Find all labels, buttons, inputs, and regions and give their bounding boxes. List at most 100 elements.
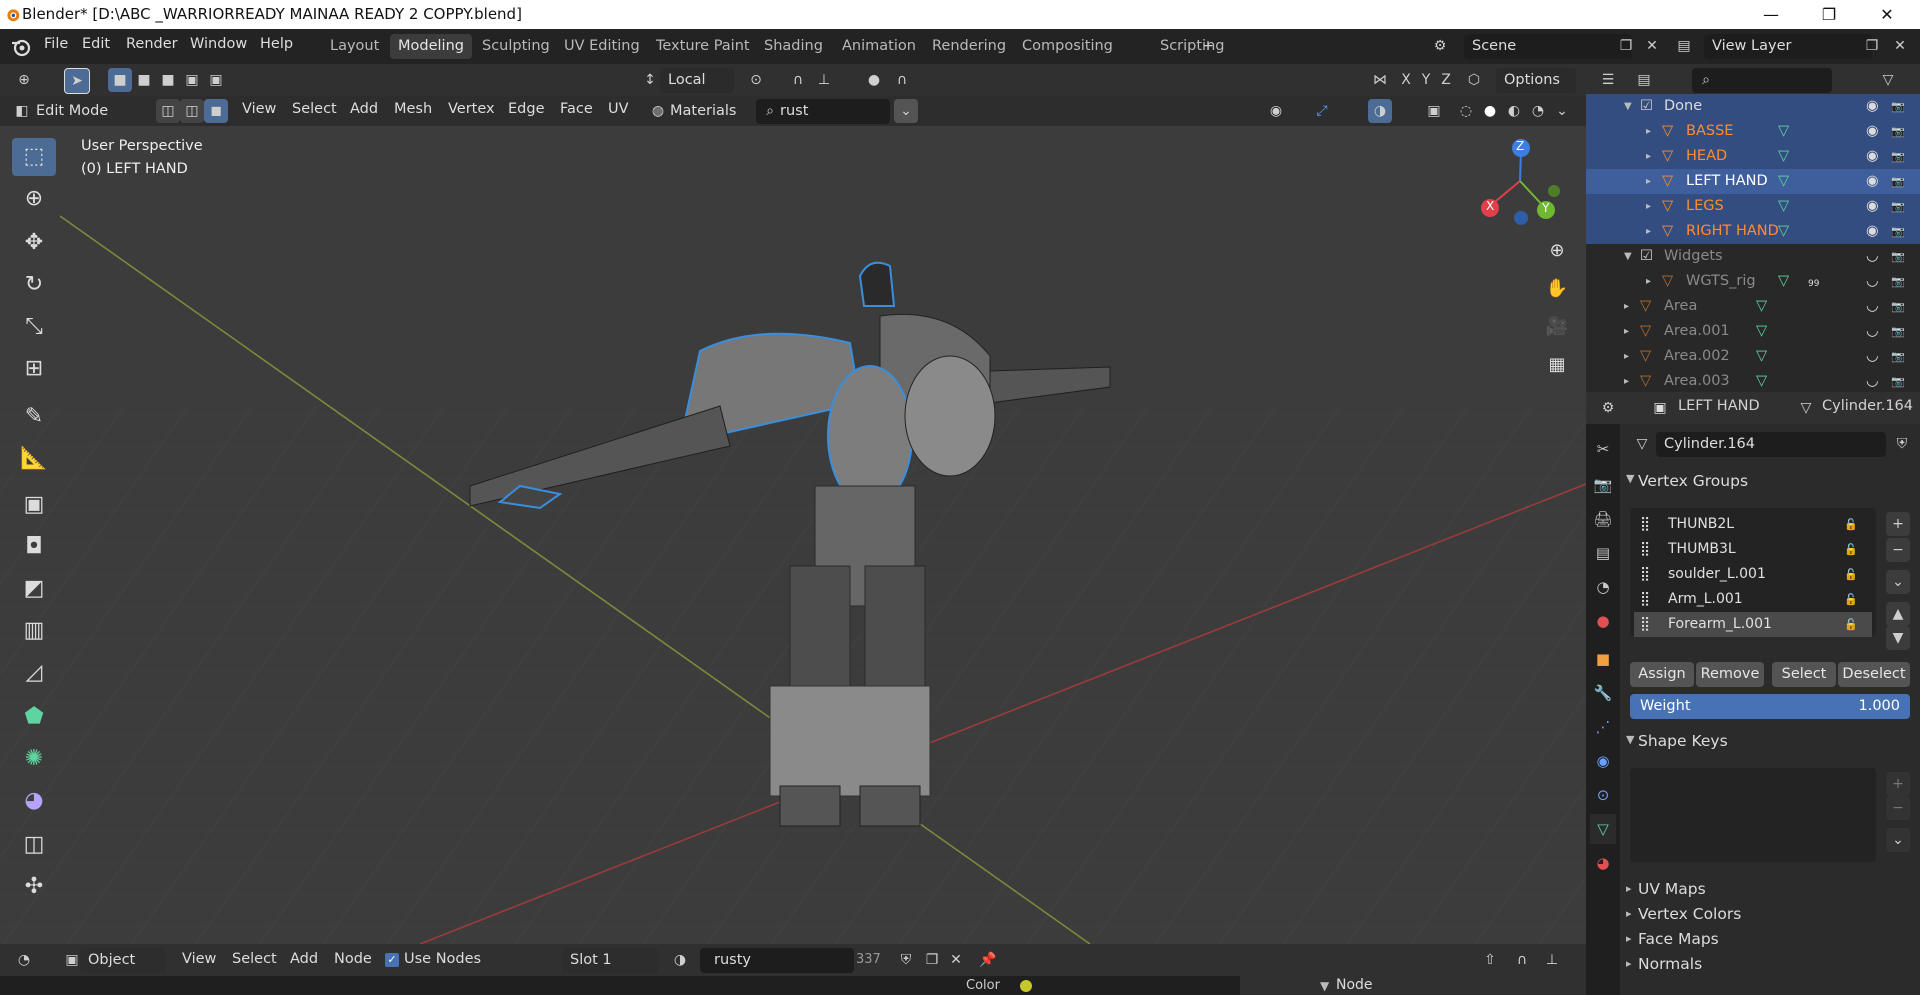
expand-arrow-icon[interactable]: ▼ <box>1624 94 1632 119</box>
expand-panel-icon[interactable]: ▸ <box>1626 907 1632 920</box>
tool-loop-cut[interactable]: ▥ <box>12 612 56 650</box>
vertex-group-row[interactable]: ⣿ soulder_L.001 🔓 <box>1634 562 1872 587</box>
deselect-button[interactable]: Deselect <box>1838 662 1910 687</box>
material-users-count[interactable]: 337 <box>856 952 881 967</box>
vertex-group-name[interactable]: Arm_L.001 <box>1668 587 1743 612</box>
menu-select[interactable]: Select <box>292 101 337 117</box>
tool-smooth[interactable]: ◕ <box>12 782 56 820</box>
material-name-field[interactable]: rusty <box>700 948 854 973</box>
vertex-group-name[interactable]: Forearm_L.001 <box>1668 612 1772 637</box>
fake-user-icon[interactable]: ⛨ <box>1890 432 1914 456</box>
mirror-icon[interactable]: ⋈ <box>1368 68 1392 92</box>
expand-arrow-icon[interactable]: ▼ <box>1624 244 1632 269</box>
select-button[interactable]: Select <box>1772 662 1836 687</box>
remove-vertex-group-icon[interactable]: − <box>1886 538 1910 562</box>
new-scene-icon[interactable]: ❐ <box>1614 34 1638 58</box>
expand-arrow-icon[interactable]: ▸ <box>1646 269 1651 294</box>
mesh-data-icon[interactable]: ▽ <box>1778 144 1789 169</box>
render-camera-icon[interactable]: 📷 <box>1891 194 1905 219</box>
shader-menu-node[interactable]: Node <box>334 951 372 967</box>
3d-viewport[interactable]: User Perspective (0) LEFT HAND ⬚ ⊕ ✥ ↻ ⤡… <box>0 126 1586 944</box>
collection-checkbox-icon[interactable]: ☑ <box>1640 94 1653 119</box>
new-view-layer-icon[interactable]: ❐ <box>1860 34 1884 58</box>
outliner-row[interactable]: ▼ ☑ Done ◉ 📷 <box>1586 94 1920 119</box>
mode-dropdown[interactable]: Edit Mode <box>30 99 146 124</box>
select-new-icon[interactable]: ■ <box>108 68 132 92</box>
add-shape-key-icon[interactable]: + <box>1886 772 1910 796</box>
tab-mesh-data-icon[interactable]: ▽ <box>1590 814 1616 844</box>
outliner-item-label[interactable]: RIGHT HAND <box>1686 219 1779 244</box>
panel-uv-maps[interactable]: UV Maps <box>1638 880 1706 898</box>
add-workspace-icon[interactable]: + <box>1196 34 1220 58</box>
vertex-group-row[interactable]: ⣿ THUMB3L 🔓 <box>1634 537 1872 562</box>
expand-arrow-icon[interactable]: ▸ <box>1624 319 1629 344</box>
shape-key-list[interactable] <box>1630 768 1876 862</box>
gizmo-toggle-icon[interactable]: ⤢ <box>1310 99 1334 123</box>
tab-modifiers-icon[interactable]: 🔧 <box>1590 678 1616 708</box>
mesh-data-icon[interactable]: ▽ <box>1756 369 1767 394</box>
visibility-eye-icon[interactable]: ◡ <box>1866 244 1879 269</box>
select-tool-icon[interactable]: ➤ <box>64 68 90 94</box>
tab-scene-icon[interactable]: ◔ <box>1590 572 1616 602</box>
lock-icon[interactable]: 🔓 <box>1844 512 1858 537</box>
menu-edit[interactable]: Edit <box>82 36 110 52</box>
wireframe-shading-icon[interactable]: ◌ <box>1454 99 1478 123</box>
shader-editor-type-icon[interactable]: ◔ <box>12 948 36 972</box>
mesh-data-icon[interactable]: ▽ <box>1778 194 1789 219</box>
mesh-data-icon[interactable]: ▽ <box>1756 344 1767 369</box>
weight-slider[interactable]: Weight 1.000 <box>1630 694 1910 719</box>
fake-user-shield-icon[interactable]: ⛨ <box>894 948 918 972</box>
visibility-eye-icon[interactable]: ◉ <box>1866 194 1879 219</box>
shading-options-icon[interactable]: ⌄ <box>1550 99 1574 123</box>
tab-view-layer-icon[interactable]: ▤ <box>1590 538 1616 568</box>
snap-nodes-icon[interactable]: ∩ <box>1510 948 1534 972</box>
face-select-mode-icon[interactable]: ◼ <box>204 99 228 123</box>
expand-panel-icon[interactable]: ▸ <box>1626 957 1632 970</box>
expand-panel-icon[interactable]: ▸ <box>1626 932 1632 945</box>
pivot-icon[interactable]: ⊙ <box>744 68 768 92</box>
snap-target-nodes-icon[interactable]: ⊥ <box>1540 948 1564 972</box>
tab-compositing[interactable]: Compositing <box>1014 34 1121 59</box>
view-layer-browse-icon[interactable]: ▤ <box>1672 34 1696 58</box>
slot-dropdown[interactable]: Slot 1 <box>562 948 658 973</box>
outliner-item-label[interactable]: HEAD <box>1686 144 1727 169</box>
tab-texture-paint[interactable]: Texture Paint <box>648 34 758 59</box>
collection-checkbox-icon[interactable]: ☑ <box>1640 244 1653 269</box>
tool-edge-slide[interactable]: ◫ <box>12 826 56 864</box>
visibility-eye-icon[interactable]: ◉ <box>1866 144 1879 169</box>
select-intersect-icon[interactable]: ▣ <box>204 68 228 92</box>
expand-arrow-icon[interactable]: ▸ <box>1646 219 1651 244</box>
tool-inset[interactable]: ◘ <box>12 528 56 566</box>
scene-field[interactable]: Scene <box>1464 34 1632 59</box>
material-browse-icon[interactable]: ◑ <box>668 948 692 972</box>
tab-rendering[interactable]: Rendering <box>924 34 1014 59</box>
tool-select-box[interactable]: ⬚ <box>12 138 56 176</box>
close-button[interactable]: ✕ <box>1858 0 1916 29</box>
render-camera-icon[interactable]: 📷 <box>1891 169 1905 194</box>
outliner-row[interactable]: ▸ ▽ WGTS_rig ▽ 99 ◡ 📷 <box>1586 269 1920 294</box>
editor-type-icon[interactable]: ⊕ <box>12 68 36 92</box>
visibility-eye-icon[interactable]: ◉ <box>1866 119 1879 144</box>
tab-output-icon[interactable]: 🖨 <box>1590 504 1616 534</box>
outliner-row[interactable]: ▸ ▽ Area ▽ ◡ 📷 <box>1586 294 1920 319</box>
outliner-item-label[interactable]: Area <box>1664 294 1697 319</box>
outliner-row[interactable]: ▸ ▽ LEGS ▽ ◉ 📷 <box>1586 194 1920 219</box>
expand-arrow-icon[interactable]: ▸ <box>1624 369 1629 394</box>
tab-layout[interactable]: Layout <box>322 34 387 59</box>
orientation-dropdown[interactable]: Local <box>660 68 734 93</box>
menu-window[interactable]: Window <box>190 36 247 52</box>
tab-tool-icon[interactable]: ✂ <box>1590 434 1616 464</box>
render-camera-icon[interactable]: 📷 <box>1891 244 1905 269</box>
tab-particles-icon[interactable]: ⋰ <box>1590 712 1616 742</box>
vertex-group-row[interactable]: ⣿ Forearm_L.001 🔓 <box>1634 612 1872 637</box>
overlays-icon[interactable]: ◑ <box>1368 99 1392 123</box>
select-extend-icon[interactable]: ■ <box>132 68 156 92</box>
outliner-row[interactable]: ▸ ▽ BASSE ▽ ◉ 📷 <box>1586 119 1920 144</box>
maximize-button[interactable]: ❐ <box>1800 0 1858 29</box>
use-nodes-checkbox[interactable]: ✓ <box>385 953 399 967</box>
shader-menu-add[interactable]: Add <box>290 951 318 967</box>
outliner-item-label[interactable]: Area.003 <box>1664 369 1730 394</box>
vertex-select-mode-icon[interactable]: ◫ <box>156 99 180 123</box>
tool-knife[interactable]: ◿ <box>12 654 56 692</box>
edge-select-mode-icon[interactable]: ◫ <box>180 99 204 123</box>
